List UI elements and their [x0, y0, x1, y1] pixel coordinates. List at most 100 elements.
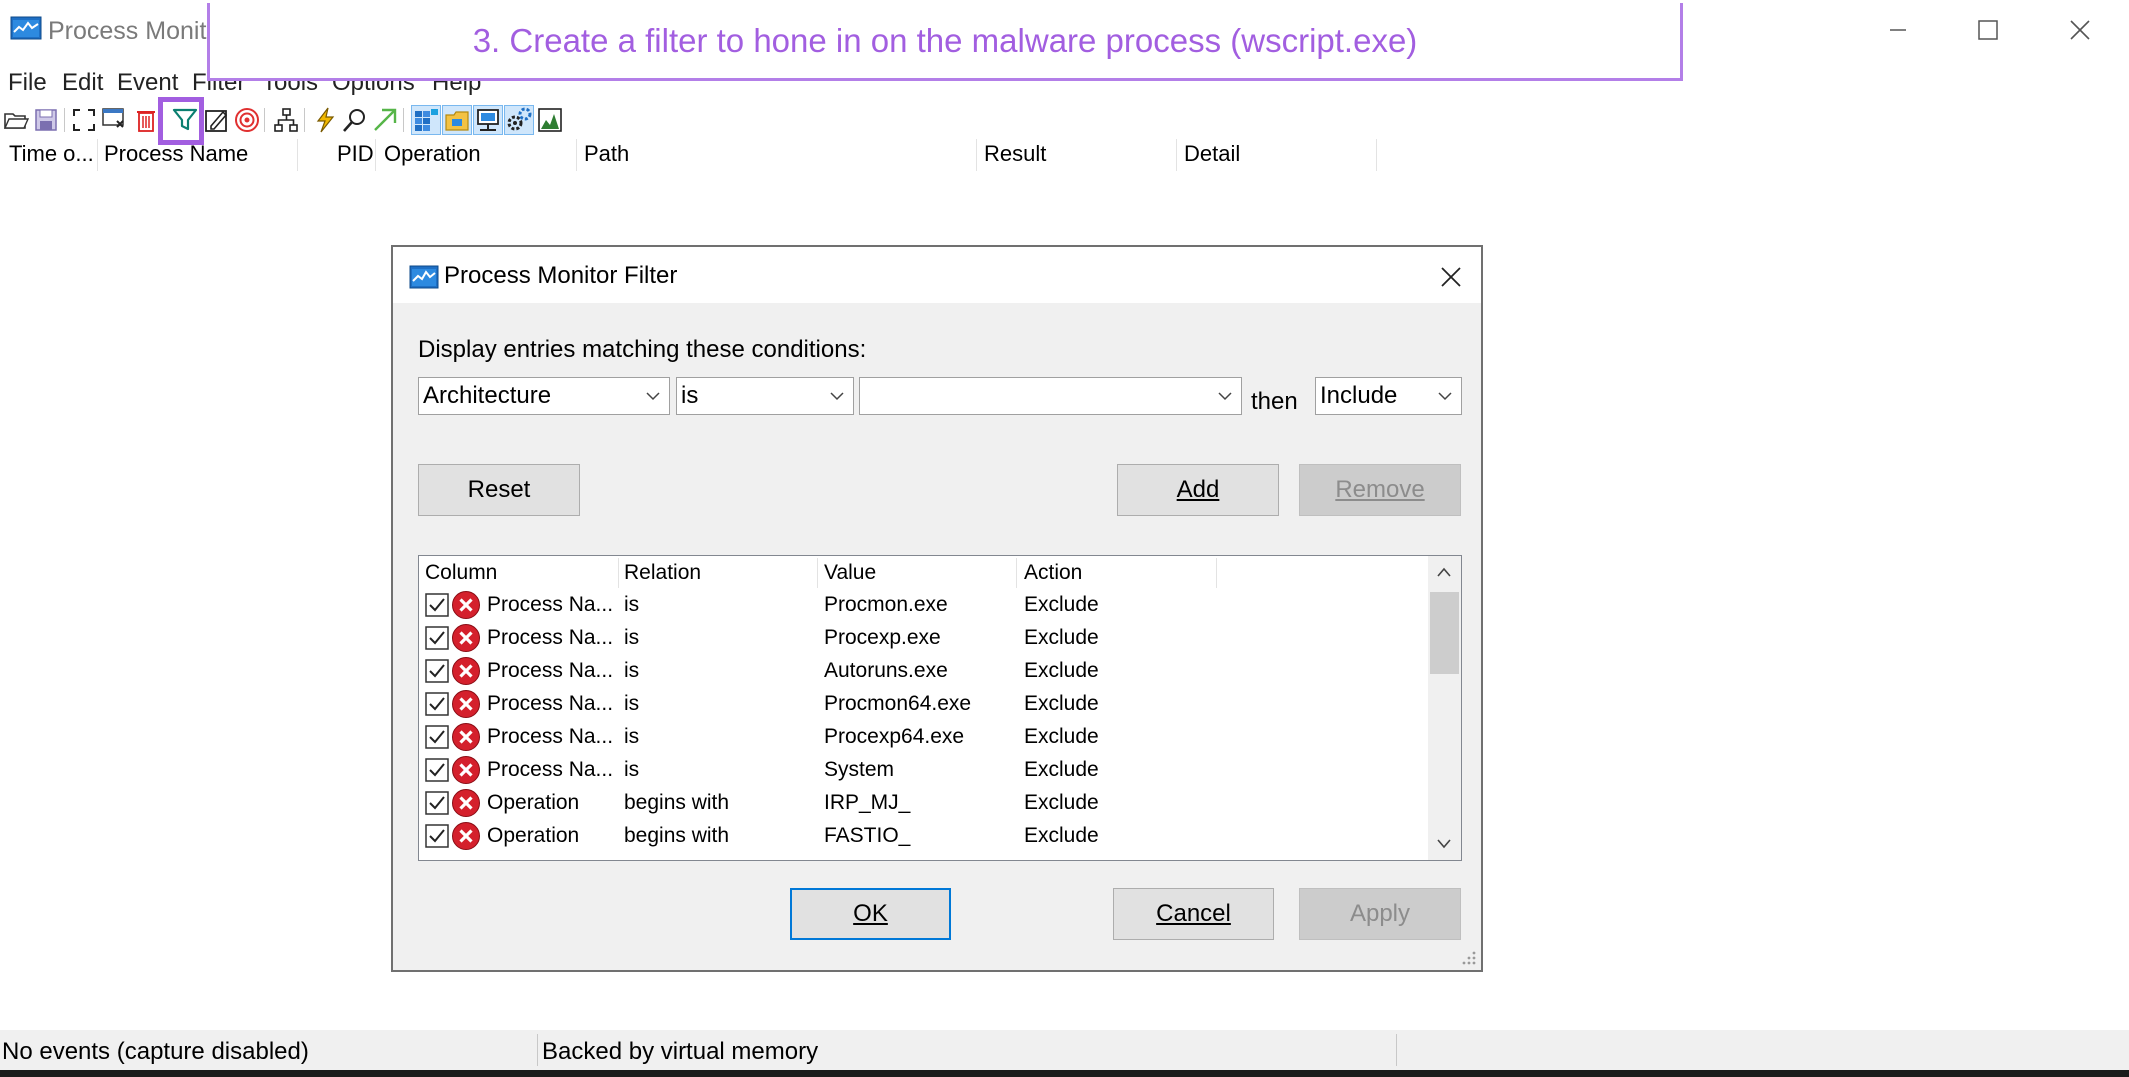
dialog-close-button[interactable]: [1431, 257, 1471, 297]
add-button[interactable]: Add: [1117, 464, 1279, 516]
clear-icon[interactable]: [132, 106, 160, 134]
filter-row[interactable]: Process Na... is System Exclude: [419, 754, 1419, 787]
ok-button[interactable]: OK: [790, 888, 951, 940]
checkbox-checked-icon[interactable]: [425, 791, 449, 815]
remove-button-label: Remove: [1335, 476, 1425, 503]
maximize-button[interactable]: [1942, 0, 2034, 60]
value-input[interactable]: [859, 377, 1242, 415]
remove-button[interactable]: Remove: [1299, 464, 1461, 516]
file-system-icon[interactable]: [442, 105, 472, 135]
process-tree-icon[interactable]: [272, 106, 300, 134]
profiling-icon[interactable]: [536, 106, 564, 134]
jump-to-icon[interactable]: [371, 106, 399, 134]
capture-icon[interactable]: [100, 106, 128, 134]
checkbox-checked-icon[interactable]: [425, 824, 449, 848]
row-value: System: [824, 758, 895, 781]
save-icon[interactable]: [32, 106, 60, 134]
row-relation: is: [624, 659, 640, 682]
row-value: IRP_MJ_: [824, 791, 911, 814]
column-operation[interactable]: Operation: [384, 139, 481, 169]
column-divider: [1376, 139, 1377, 171]
checkbox-checked-icon[interactable]: [425, 758, 449, 782]
highlight-icon[interactable]: [203, 106, 231, 134]
status-divider: [537, 1034, 538, 1066]
row-column: Process Na...: [487, 692, 614, 715]
menu-edit[interactable]: Edit: [62, 69, 103, 97]
filter-row[interactable]: Process Na... is Procmon.exe Exclude: [419, 589, 1419, 622]
list-scrollbar[interactable]: [1428, 556, 1461, 860]
row-relation: is: [624, 593, 640, 616]
chevron-down-icon: [830, 392, 844, 401]
column-time[interactable]: Time o...: [9, 139, 94, 169]
row-column: Process Na...: [487, 593, 614, 616]
open-icon[interactable]: [2, 106, 30, 134]
network-icon[interactable]: [473, 105, 503, 135]
row-value: FASTIO_: [824, 824, 911, 847]
filter-row[interactable]: Process Na... is Autoruns.exe Exclude: [419, 655, 1419, 688]
column-select[interactable]: Architecture: [418, 377, 670, 415]
process-monitor-icon: [409, 265, 439, 289]
checkbox-checked-icon[interactable]: [425, 725, 449, 749]
resize-grip-icon[interactable]: [1459, 948, 1477, 966]
exclude-icon: [452, 822, 480, 850]
column-detail[interactable]: Detail: [1184, 139, 1240, 169]
apply-button[interactable]: Apply: [1299, 888, 1461, 940]
row-column: Operation: [487, 824, 580, 847]
filter-row[interactable]: Process Na... is Procmon64.exe Exclude: [419, 688, 1419, 721]
chevron-down-icon: [1438, 392, 1452, 401]
column-path[interactable]: Path: [584, 139, 629, 169]
row-action: Exclude: [1024, 593, 1099, 616]
toolbar: [0, 104, 600, 136]
relation-select[interactable]: is: [676, 377, 854, 415]
checkbox-checked-icon[interactable]: [425, 692, 449, 716]
action-select[interactable]: Include: [1315, 377, 1462, 415]
reset-button-label: Reset: [467, 476, 531, 503]
chevron-down-icon: [1218, 392, 1232, 401]
cancel-button[interactable]: Cancel: [1113, 888, 1274, 940]
filter-row[interactable]: Operation begins with IRP_MJ_ Exclude: [419, 787, 1419, 820]
checkbox-checked-icon[interactable]: [425, 593, 449, 617]
conditions-prompt: Display entries matching these condition…: [418, 336, 867, 363]
event-properties-icon[interactable]: [311, 106, 339, 134]
event-list-header: Time o... Process Name PID Operation Pat…: [0, 137, 1380, 171]
target-icon[interactable]: [233, 106, 261, 134]
toolbar-separator: [64, 108, 65, 132]
dialog-title: Process Monitor Filter: [444, 262, 678, 289]
list-header-divider: [1216, 558, 1217, 588]
filter-row[interactable]: Process Na... is Procexp64.exe Exclude: [419, 721, 1419, 754]
find-icon[interactable]: [341, 106, 369, 134]
action-select-value: Include: [1320, 382, 1398, 409]
filter-row[interactable]: Operation begins with FASTIO_ Exclude: [419, 820, 1419, 853]
apply-button-label: Apply: [1349, 900, 1411, 927]
column-pid[interactable]: PID: [337, 139, 374, 169]
menu-file[interactable]: File: [8, 69, 47, 97]
row-value: Procmon.exe: [824, 593, 948, 616]
list-header-action[interactable]: Action: [1024, 561, 1082, 585]
close-button[interactable]: [2034, 0, 2126, 60]
menu-event[interactable]: Event: [117, 69, 178, 97]
autoscroll-icon[interactable]: [70, 106, 98, 134]
process-thread-icon[interactable]: [504, 105, 534, 135]
exclude-icon: [452, 756, 480, 784]
list-header-relation[interactable]: Relation: [624, 561, 701, 585]
checkbox-checked-icon[interactable]: [425, 659, 449, 683]
window-title: Process Monito: [48, 17, 221, 45]
toolbar-separator: [304, 108, 305, 132]
tutorial-annotation: 3. Create a filter to hone in on the mal…: [207, 3, 1683, 81]
filter-list[interactable]: Column Relation Value Action Process Na.…: [418, 555, 1462, 861]
column-result[interactable]: Result: [984, 139, 1046, 169]
row-value: Autoruns.exe: [824, 659, 948, 682]
row-action: Exclude: [1024, 791, 1099, 814]
scroll-down-icon[interactable]: [1436, 838, 1452, 850]
column-divider: [1176, 139, 1177, 171]
checkbox-checked-icon[interactable]: [425, 626, 449, 650]
scroll-up-icon[interactable]: [1436, 566, 1452, 578]
row-relation: begins with: [624, 791, 730, 814]
list-header-value[interactable]: Value: [824, 561, 876, 585]
registry-icon[interactable]: [411, 105, 441, 135]
list-header-column[interactable]: Column: [425, 561, 497, 585]
minimize-button[interactable]: [1852, 0, 1944, 60]
filter-row[interactable]: Process Na... is Procexp.exe Exclude: [419, 622, 1419, 655]
reset-button[interactable]: Reset: [418, 464, 580, 516]
scrollbar-thumb[interactable]: [1430, 592, 1459, 674]
